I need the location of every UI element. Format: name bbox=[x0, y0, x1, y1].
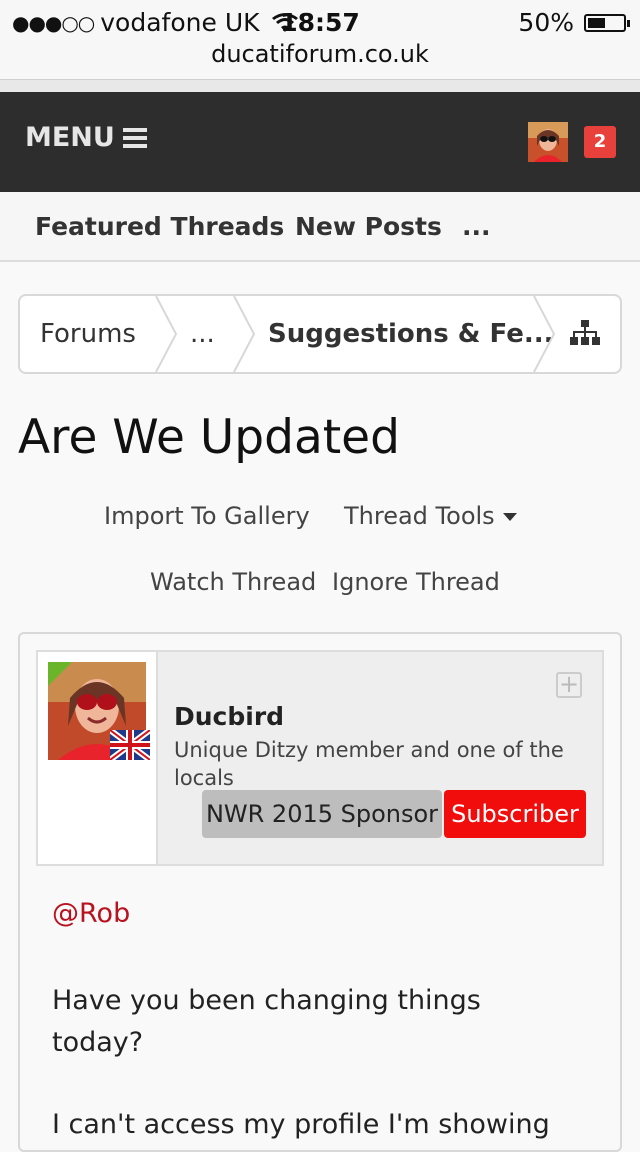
breadcrumb-separator-icon bbox=[155, 296, 178, 372]
mention-link[interactable]: @Rob bbox=[52, 898, 130, 929]
menu-button[interactable]: MENU bbox=[25, 122, 147, 153]
status-right: 50% bbox=[518, 8, 630, 37]
poster-user-title: Unique Ditzy member and one of the local… bbox=[174, 738, 564, 790]
breadcrumb-separator-icon bbox=[533, 296, 556, 372]
expand-plus-icon[interactable]: + bbox=[556, 672, 582, 698]
post-paragraph: Have you been changing things today? bbox=[52, 985, 481, 1058]
battery-percent: 50% bbox=[518, 8, 574, 37]
breadcrumb-forums[interactable]: Forums bbox=[40, 296, 136, 372]
breadcrumb-ellipsis[interactable]: ... bbox=[190, 296, 215, 372]
tab-more[interactable]: ... bbox=[462, 212, 491, 241]
avatar-column bbox=[38, 652, 158, 864]
user-avatar[interactable] bbox=[528, 122, 568, 162]
notification-badge[interactable]: 2 bbox=[584, 126, 616, 158]
ignore-thread-link[interactable]: Ignore Thread bbox=[332, 568, 500, 596]
toolbar-gap bbox=[0, 80, 640, 92]
breadcrumb-suggestions[interactable]: Suggestions & Fe... bbox=[268, 296, 554, 372]
battery-icon bbox=[584, 13, 630, 32]
subscriber-banner: Subscriber bbox=[444, 790, 586, 838]
post-user-info: + Ducbird Unique Ditzy member and one of… bbox=[36, 650, 604, 866]
caret-down-icon bbox=[502, 513, 517, 521]
breadcrumb-separator-icon bbox=[233, 296, 256, 372]
address-bar[interactable]: ducatiforum.co.uk bbox=[0, 40, 640, 68]
poster-username[interactable]: Ducbird bbox=[174, 702, 284, 731]
breadcrumb: Forums ... Suggestions & Fe... bbox=[18, 294, 622, 374]
hamburger-icon bbox=[122, 124, 147, 152]
thread-tools-menu[interactable]: Thread Tools bbox=[344, 502, 517, 530]
nav-tabs: Featured Threads New Posts ... bbox=[0, 192, 640, 262]
sponsor-banner: NWR 2015 Sponsor bbox=[202, 790, 442, 838]
sitemap-icon[interactable] bbox=[570, 320, 600, 346]
tab-new-posts[interactable]: New Posts bbox=[295, 212, 442, 241]
status-bar: ●●●○○ vodafone UK 18:57 50% ducatiforum.… bbox=[0, 0, 640, 80]
import-to-gallery-link[interactable]: Import To Gallery bbox=[104, 502, 310, 530]
post-paragraph: I can't access my profile I'm showing bbox=[52, 1109, 550, 1140]
menu-label: MENU bbox=[25, 122, 115, 153]
thread-title: Are We Updated bbox=[18, 410, 400, 465]
uk-flag-icon bbox=[110, 730, 150, 760]
thread-tools-label: Thread Tools bbox=[344, 502, 495, 530]
watch-thread-link[interactable]: Watch Thread bbox=[150, 568, 316, 596]
tab-featured-threads[interactable]: Featured Threads bbox=[35, 212, 284, 241]
online-indicator bbox=[48, 662, 72, 686]
